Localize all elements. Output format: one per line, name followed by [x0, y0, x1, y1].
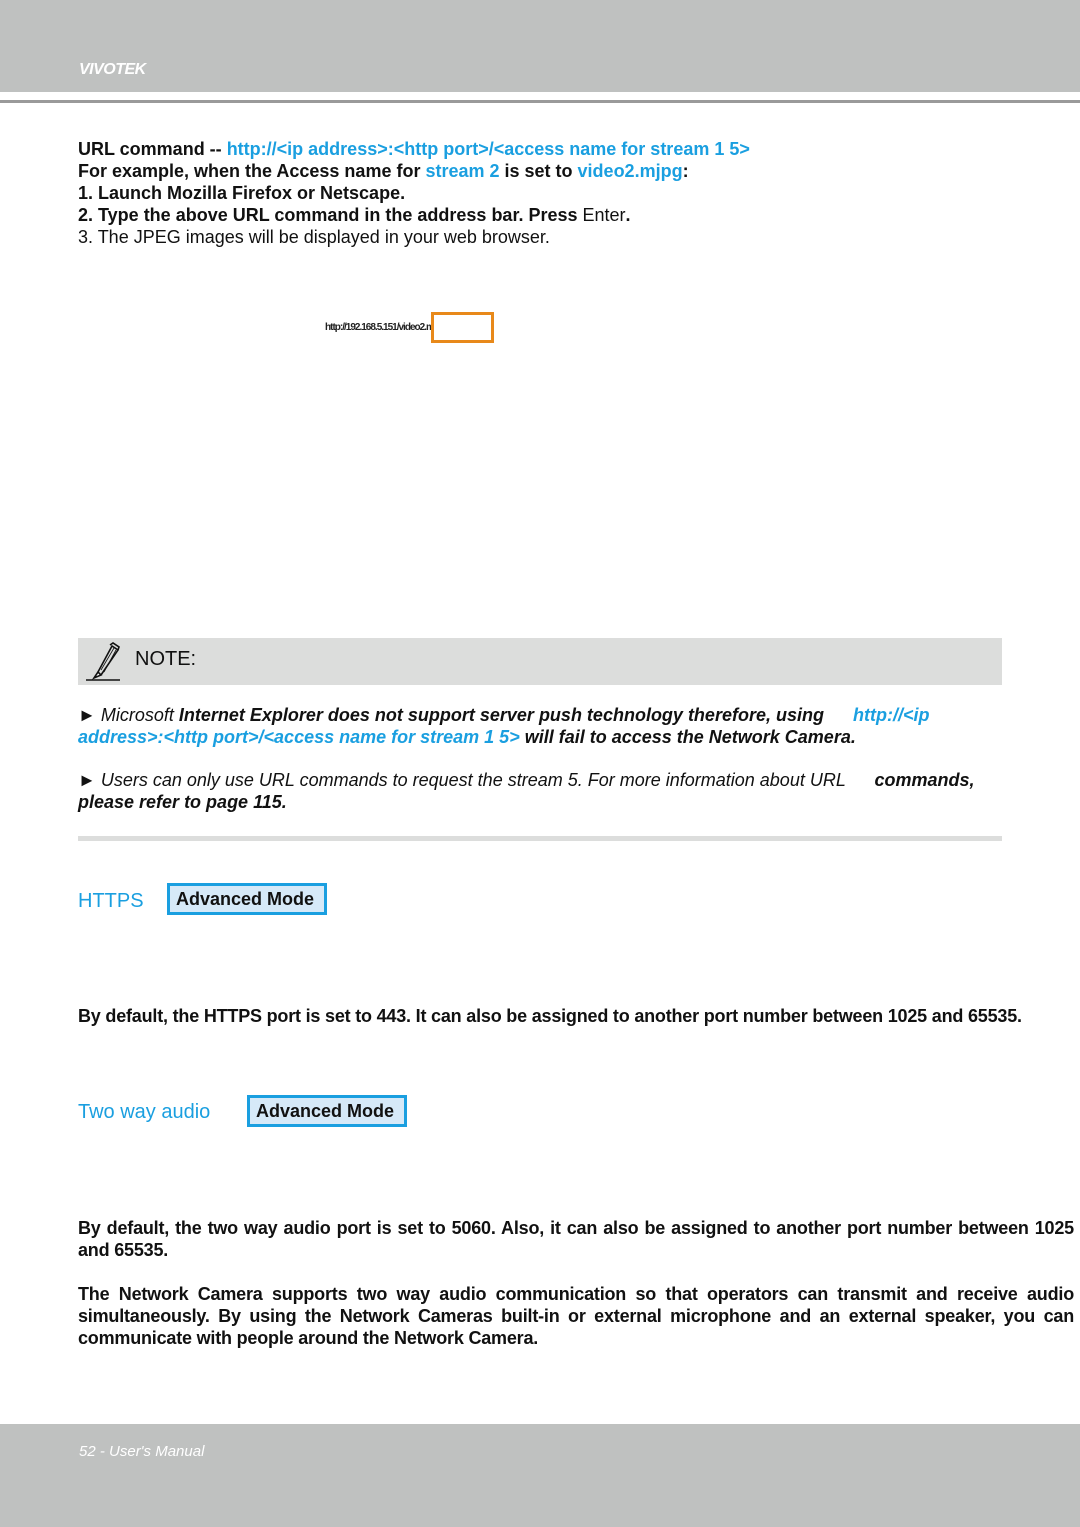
page-header: [0, 0, 1080, 92]
bullet-arrow-icon: ►: [78, 705, 96, 725]
note-item-1-prefix: Microsoft: [100, 705, 174, 725]
note-banner: [78, 638, 1002, 685]
note-label: NOTE:: [135, 648, 197, 670]
note-item-2-text: Users can only use URL commands to reque…: [100, 770, 851, 790]
example-line: For example, when the Access name for st…: [78, 160, 689, 182]
note-item-1-suffix: will fail to access the Network Camera.: [519, 727, 856, 747]
header-divider: [0, 100, 1080, 103]
example-value: video2.mjpg: [577, 161, 683, 181]
brand-logo: VIVOTEK: [79, 61, 146, 78]
two-way-audio-advanced-mode-badge: Advanced Mode: [247, 1095, 407, 1127]
url-command-line: URL command -- http://<ip address>:<http…: [78, 138, 750, 160]
page-footer: [0, 1424, 1080, 1527]
note-item-1: ► Microsoft Internet Explorer does not s…: [78, 704, 1002, 748]
two-way-audio-title: Two way audio: [78, 1101, 211, 1123]
page-number: 52 - User's Manual: [79, 1443, 205, 1460]
step-2-end: .: [625, 205, 631, 225]
url-command-label: URL command --: [78, 139, 227, 159]
url-command-syntax: http://<ip address>:<http port>/<access …: [226, 139, 750, 159]
https-title: HTTPS: [78, 890, 144, 912]
example-prefix: For example, when the Access name for: [78, 161, 426, 181]
step-2-key: Enter: [582, 205, 626, 225]
step-3: 3. The JPEG images will be displayed in …: [78, 227, 550, 247]
two-way-audio-description-2: The Network Camera supports two way audi…: [78, 1284, 1074, 1348]
section-divider: [78, 836, 1002, 841]
step-2-text: 2. Type the above URL command in the add…: [78, 205, 583, 225]
https-advanced-mode-badge: Advanced Mode: [167, 883, 327, 915]
pencil-icon: [86, 642, 120, 681]
example-middle: is set to: [499, 161, 578, 181]
https-description: By default, the HTTPS port is set to 443…: [78, 1006, 1022, 1026]
example-suffix: :: [682, 161, 689, 181]
note-item-2: ► Users can only use URL commands to req…: [78, 769, 1002, 813]
two-way-audio-description-1: By default, the two way audio port is se…: [78, 1218, 1074, 1260]
example-stream: stream 2: [425, 161, 500, 181]
step-2: 2. Type the above URL command in the add…: [78, 204, 631, 226]
step-1: 1. Launch Mozilla Firefox or Netscape.: [78, 183, 406, 203]
note-item-1-text: Internet Explorer does not support serve…: [173, 705, 829, 725]
bullet-arrow-icon: ►: [78, 770, 96, 790]
example-url-text: http://192.168.5.151/video2.mjpg: [325, 322, 447, 333]
highlight-box: [431, 312, 494, 343]
